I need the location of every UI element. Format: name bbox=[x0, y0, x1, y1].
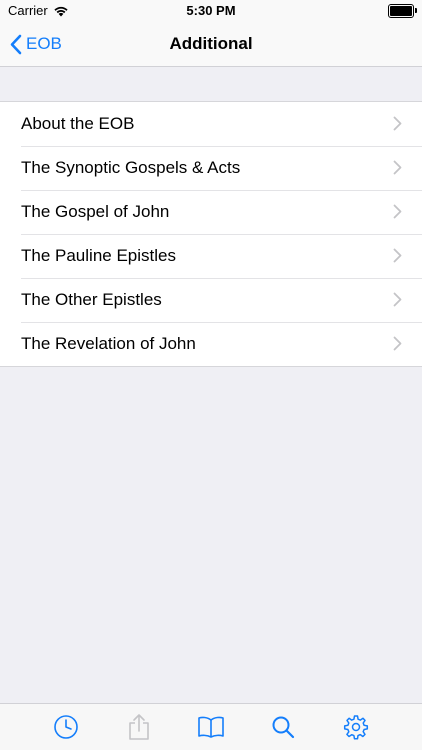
list-item-label: The Gospel of John bbox=[21, 202, 170, 221]
list-item-about-eob[interactable]: About the EOB bbox=[0, 102, 422, 146]
chevron-right-icon bbox=[393, 160, 402, 175]
additional-list: About the EOB The Synoptic Gospels & Act… bbox=[0, 101, 422, 367]
gear-icon bbox=[343, 715, 368, 740]
list-item-synoptic-gospels[interactable]: The Synoptic Gospels & Acts bbox=[0, 146, 422, 190]
chevron-right-icon bbox=[393, 116, 402, 131]
list-item-label: The Other Epistles bbox=[21, 290, 162, 309]
list-item-label: The Pauline Epistles bbox=[21, 246, 176, 265]
list-item-other-epistles[interactable]: The Other Epistles bbox=[0, 278, 422, 322]
tab-search[interactable] bbox=[263, 707, 303, 747]
chevron-right-icon bbox=[393, 204, 402, 219]
page-title: Additional bbox=[169, 34, 253, 53]
tab-library[interactable] bbox=[191, 707, 231, 747]
tab-bar bbox=[0, 703, 422, 750]
screen: Carrier 5:30 PM EOB Additional About the… bbox=[0, 0, 422, 750]
chevron-right-icon bbox=[393, 292, 402, 307]
status-bar: Carrier 5:30 PM bbox=[0, 0, 422, 22]
list-item-pauline-epistles[interactable]: The Pauline Epistles bbox=[0, 234, 422, 278]
tab-share[interactable] bbox=[119, 707, 159, 747]
list-item-label: About the EOB bbox=[21, 114, 135, 133]
tab-settings[interactable] bbox=[336, 707, 376, 747]
list-item-revelation-of-john[interactable]: The Revelation of John bbox=[0, 322, 422, 366]
share-icon bbox=[128, 714, 149, 740]
battery-icon bbox=[388, 4, 417, 18]
search-icon bbox=[272, 716, 295, 739]
list-item-gospel-of-john[interactable]: The Gospel of John bbox=[0, 190, 422, 234]
chevron-right-icon bbox=[393, 336, 402, 351]
chevron-right-icon bbox=[393, 248, 402, 263]
tab-history[interactable] bbox=[46, 707, 86, 747]
clock-icon bbox=[54, 715, 78, 739]
status-time: 5:30 PM bbox=[186, 3, 236, 18]
book-icon bbox=[198, 716, 224, 738]
list-item-label: The Synoptic Gospels & Acts bbox=[21, 158, 241, 177]
list-item-label: The Revelation of John bbox=[21, 334, 196, 353]
navigation-bar: EOB Additional bbox=[0, 22, 422, 67]
